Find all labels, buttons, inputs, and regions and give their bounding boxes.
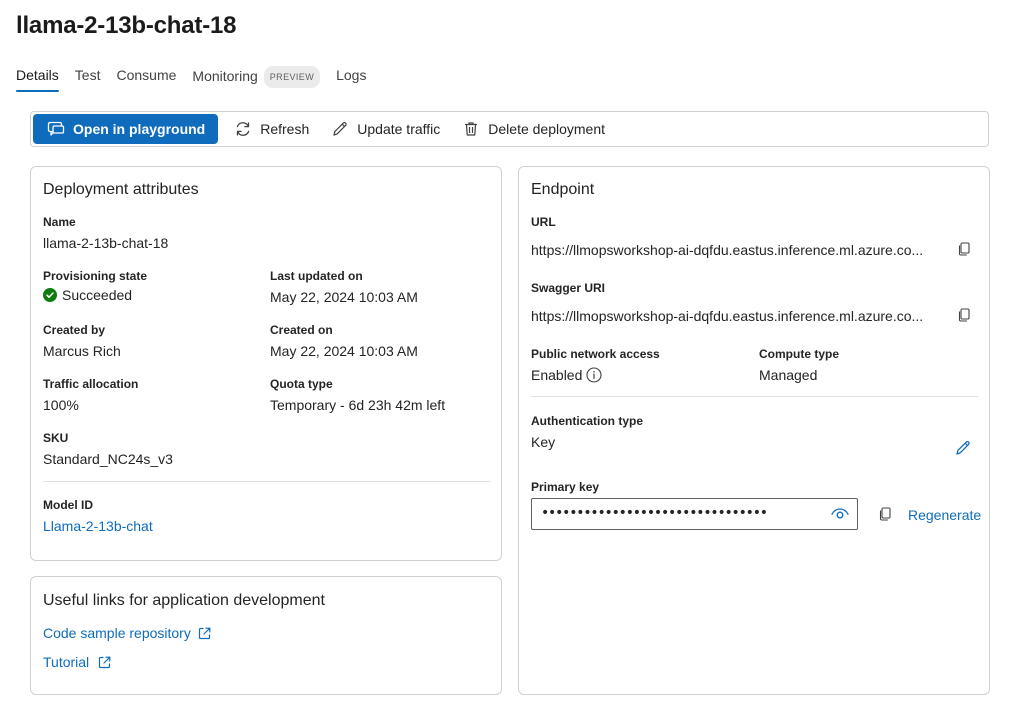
authentication-type-label: Authentication type xyxy=(531,414,644,428)
tab-details-label: Details xyxy=(16,67,59,83)
model-id-link[interactable]: Llama-2-13b-chat xyxy=(43,518,153,534)
tab-consume-label: Consume xyxy=(116,67,177,83)
divider xyxy=(43,481,490,482)
swagger-uri-value: https://llmopsworkshop-ai-dqfdu.eastus.i… xyxy=(531,308,924,324)
swagger-uri-label: Swagger URI xyxy=(531,281,606,295)
open-in-playground-label: Open in playground xyxy=(73,121,206,137)
sku-label: SKU xyxy=(43,431,69,445)
compute-type-label: Compute type xyxy=(759,347,840,361)
public-network-access-label: Public network access xyxy=(531,347,660,361)
playground-icon xyxy=(47,121,65,136)
refresh-icon xyxy=(236,122,250,136)
tab-logs-label: Logs xyxy=(336,67,367,83)
open-in-playground-button[interactable]: Open in playground xyxy=(33,114,219,144)
copy-icon[interactable] xyxy=(878,507,892,521)
created-by-value: Marcus Rich xyxy=(43,343,121,359)
compute-type-value: Managed xyxy=(759,367,818,383)
primary-key-field[interactable]: •••••••••••••••••••••••••••••••• xyxy=(531,498,858,530)
update-traffic-button[interactable]: Update traffic xyxy=(331,114,440,144)
deployment-attributes-title: Deployment attributes xyxy=(43,181,199,198)
sku-value: Standard_NC24s_v3 xyxy=(43,451,173,467)
external-link-icon xyxy=(198,627,211,639)
tutorial-link[interactable]: Tutorial xyxy=(43,654,111,670)
name-value: llama-2-13b-chat-18 xyxy=(43,235,169,251)
endpoint-card: Endpoint URL https://llmopsworkshop-ai-d… xyxy=(518,166,990,695)
delete-icon xyxy=(465,122,478,136)
tab-logs[interactable]: Logs xyxy=(336,66,366,92)
delete-deployment-label: Delete deployment xyxy=(488,121,606,137)
endpoint-title: Endpoint xyxy=(531,181,595,198)
eye-icon[interactable] xyxy=(831,508,849,520)
delete-deployment-button[interactable]: Delete deployment xyxy=(462,114,605,144)
update-traffic-label: Update traffic xyxy=(357,121,441,137)
created-on-value: May 22, 2024 10:03 AM xyxy=(270,343,418,359)
external-link-icon xyxy=(99,656,111,668)
last-updated-value: May 22, 2024 10:03 AM xyxy=(270,289,418,305)
name-label: Name xyxy=(43,215,76,229)
edit-icon xyxy=(333,122,347,136)
public-network-access-value: Enabled xyxy=(531,367,583,383)
tab-test-label: Test xyxy=(74,67,101,83)
authentication-type-value: Key xyxy=(531,434,556,450)
quota-type-label: Quota type xyxy=(270,377,333,391)
created-on-label: Created on xyxy=(270,323,333,337)
traffic-allocation-value: 100% xyxy=(43,397,79,413)
tab-test[interactable]: Test xyxy=(75,66,101,92)
model-id-label: Model ID xyxy=(43,498,93,512)
info-icon[interactable] xyxy=(586,367,602,383)
url-label: URL xyxy=(531,215,556,229)
regenerate-button[interactable]: Regenerate xyxy=(908,507,981,523)
refresh-button[interactable]: Refresh xyxy=(234,114,309,144)
tutorial-label: Tutorial xyxy=(43,654,90,670)
primary-key-masked: •••••••••••••••••••••••••••••••• xyxy=(541,505,768,521)
tab-monitoring[interactable]: Monitoring PREVIEW xyxy=(192,66,321,96)
pencil-icon[interactable] xyxy=(954,439,972,457)
code-sample-repository-label: Code sample repository xyxy=(43,625,191,641)
created-by-label: Created by xyxy=(43,323,106,337)
useful-links-title: Useful links for application development xyxy=(43,592,325,609)
preview-badge: PREVIEW xyxy=(263,66,321,88)
traffic-allocation-label: Traffic allocation xyxy=(43,377,139,391)
page-title: llama-2-13b-chat-18 xyxy=(16,12,237,39)
copy-icon[interactable] xyxy=(957,308,971,322)
useful-links-card: Useful links for application development… xyxy=(30,576,502,695)
url-value: https://llmopsworkshop-ai-dqfdu.eastus.i… xyxy=(531,242,924,258)
last-updated-label: Last updated on xyxy=(270,269,363,283)
refresh-label: Refresh xyxy=(260,121,310,137)
provisioning-state-value: Succeeded xyxy=(62,287,133,303)
success-check-icon xyxy=(43,288,57,302)
copy-icon[interactable] xyxy=(957,242,971,256)
divider xyxy=(531,396,978,397)
tab-bar: Details Test Consume Monitoring PREVIEW L… xyxy=(16,66,382,92)
primary-key-label: Primary key xyxy=(531,480,600,494)
code-sample-repository-link[interactable]: Code sample repository xyxy=(43,625,211,641)
tab-monitoring-label: Monitoring xyxy=(192,68,258,84)
quota-type-value: Temporary - 6d 23h 42m left xyxy=(270,397,446,413)
tab-details[interactable]: Details xyxy=(16,66,59,92)
tab-consume[interactable]: Consume xyxy=(116,66,176,92)
deployment-attributes-card: Deployment attributes Name llama-2-13b-c… xyxy=(30,166,502,561)
command-toolbar: Open in playground Refresh Update traffi… xyxy=(30,111,989,147)
provisioning-state-label: Provisioning state xyxy=(43,269,148,283)
